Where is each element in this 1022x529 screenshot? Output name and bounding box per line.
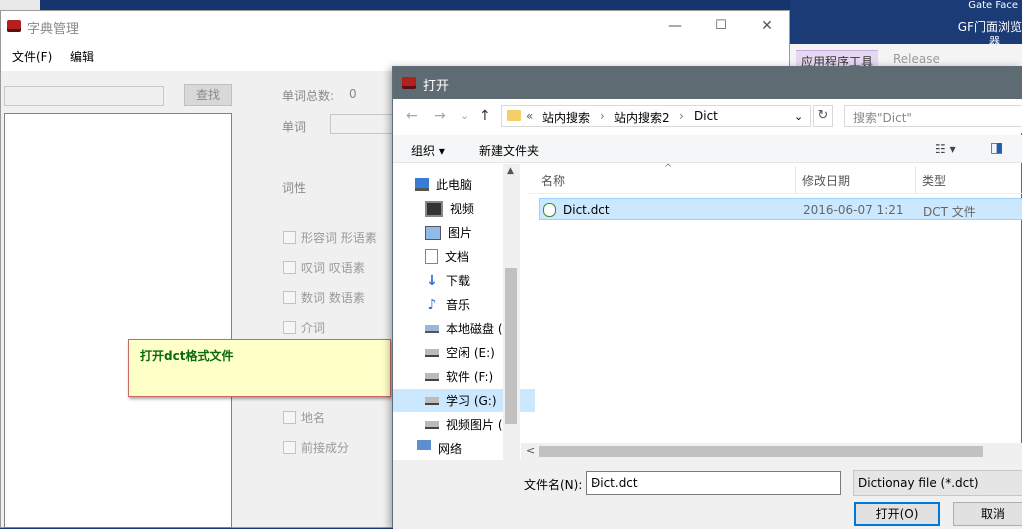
search-input[interactable] (4, 86, 164, 106)
maximize-button[interactable]: ☐ (699, 15, 743, 37)
scroll-left-icon[interactable]: < (526, 444, 535, 457)
documents-folder-icon (425, 249, 438, 264)
dialog-title-bar: 打开 (393, 67, 1022, 99)
scrollbar-thumb[interactable] (505, 268, 517, 424)
dialog-title: 打开 (423, 79, 450, 94)
window-title: 字典管理 (27, 22, 80, 37)
file-list-header: 名称 ^ 修改日期 类型 (529, 163, 1022, 194)
computer-icon (415, 178, 429, 191)
drive-icon (425, 372, 439, 381)
close-button[interactable]: ✕ (745, 15, 789, 37)
chevron-down-icon[interactable]: ⌄ (794, 110, 803, 123)
desktop-icon[interactable] (0, 0, 40, 10)
filetype-value: Dictionay file (*.dct) (858, 476, 979, 490)
recent-locations-icon[interactable]: ⌄ (460, 109, 469, 122)
breadcrumb-overflow[interactable]: « (526, 109, 533, 123)
column-date[interactable]: 修改日期 (802, 172, 850, 189)
refresh-icon[interactable]: ↻ (813, 105, 833, 127)
word-input[interactable] (330, 114, 394, 134)
breadcrumb-item[interactable]: 站内搜索 (542, 109, 590, 126)
file-row[interactable]: Dict.dct 2016-06-07 1:21 DCT 文件 (539, 198, 1022, 220)
word-count-value: 0 (349, 87, 357, 101)
sort-ascending-icon: ^ (664, 163, 673, 174)
menu-edit[interactable]: 编辑 (70, 48, 94, 65)
local-disk-icon (425, 324, 439, 333)
drive-icon (425, 420, 439, 429)
drive-icon (425, 396, 439, 405)
search-placeholder: 搜索"Dict" (853, 111, 912, 125)
filename-label: 文件名(N): (524, 478, 583, 492)
navigation-pane: 此电脑 视频 图片 文档 ↓ 下载 ♪ 音乐 本地磁盘 ( 空闲 (E:) 软件 (… (393, 164, 535, 460)
filetype-select[interactable]: Dictionay file (*.dct) (853, 470, 1022, 496)
menu-file[interactable]: 文件(F) (12, 48, 52, 65)
video-folder-icon (425, 200, 443, 217)
horizontal-scrollbar[interactable]: < (521, 443, 1022, 460)
up-arrow-icon[interactable]: ↑ (479, 108, 491, 124)
scroll-up-icon[interactable]: ▲ (507, 166, 514, 176)
drive-icon (425, 348, 439, 357)
column-type[interactable]: 类型 (922, 172, 946, 189)
new-folder-button[interactable]: 新建文件夹 (479, 142, 539, 159)
chevron-down-icon[interactable]: ⌄ (591, 476, 835, 487)
checkbox-adjective[interactable]: 形容词 形语素 (283, 229, 377, 246)
network-icon (417, 440, 431, 450)
explorer-ribbon: 应用程序工具 Release (790, 44, 1022, 72)
open-button[interactable]: 打开(O) (854, 502, 940, 526)
breadcrumb-sep: › (679, 109, 684, 123)
scrollbar-thumb[interactable] (539, 446, 983, 457)
tab-release[interactable]: Release (893, 52, 940, 66)
back-arrow-icon[interactable]: ← (406, 108, 418, 124)
tooltip-text: 打开dct格式文件 (140, 349, 234, 363)
checkbox-interjection[interactable]: 叹词 叹语素 (283, 259, 365, 276)
filename-input[interactable]: Dict.dct ⌄ (586, 471, 841, 495)
forward-arrow-icon[interactable]: → (434, 108, 446, 124)
minimize-button[interactable]: — (653, 15, 697, 37)
file-date: 2016-06-07 1:21 (803, 203, 904, 217)
word-label: 单词 (282, 120, 307, 134)
book-icon (402, 77, 416, 89)
column-name[interactable]: 名称 (541, 172, 565, 189)
download-icon: ↓ (426, 272, 438, 289)
checkbox-numeral[interactable]: 数词 数语素 (283, 289, 365, 306)
checkbox-preposition[interactable]: 介词 (283, 319, 325, 336)
file-type: DCT 文件 (923, 205, 976, 219)
pos-label: 词性 (282, 181, 307, 195)
search-button[interactable]: 查找 (184, 84, 232, 106)
breadcrumb-item[interactable]: 站内搜索2 (614, 109, 670, 126)
address-bar[interactable]: « 站内搜索 › 站内搜索2 › Dict ⌄ (501, 105, 811, 127)
title-bar: 字典管理 — ☐ ✕ (1, 11, 789, 41)
desktop-area: Gate Face GF门面浏览 器 (790, 0, 1022, 48)
cancel-button[interactable]: 取消 (953, 502, 1022, 526)
open-file-dialog: 打开 ← → ⌄ ↑ « 站内搜索 › 站内搜索2 › Dict ⌄ ↻ 搜索"… (392, 66, 1022, 529)
checkbox-prefix[interactable]: 前接成分 (283, 439, 349, 456)
music-icon: ♪ (427, 296, 437, 313)
file-name: Dict.dct (563, 203, 610, 217)
checkbox-place-name[interactable]: 地名 (283, 409, 325, 426)
search-input[interactable]: 搜索"Dict" (844, 105, 1022, 127)
vertical-scrollbar[interactable]: ▲ (503, 164, 520, 460)
preview-pane-icon[interactable]: ◨ (990, 140, 1003, 156)
organize-button[interactable]: 组织 ▾ (411, 142, 445, 159)
breadcrumb-item[interactable]: Dict (694, 109, 718, 123)
dct-file-icon (543, 203, 556, 217)
pictures-folder-icon (425, 225, 441, 240)
tooltip: 打开dct格式文件 (128, 339, 391, 397)
view-options-icon[interactable]: ☷ ▾ (935, 142, 956, 156)
folder-icon (507, 110, 521, 121)
book-icon (7, 20, 21, 32)
breadcrumb-sep: › (600, 109, 605, 123)
gate-face-label[interactable]: Gate Face (968, 0, 1018, 11)
word-count-label: 单词总数: (282, 89, 335, 103)
command-bar: 组织 ▾ 新建文件夹 ☷ ▾ ◨ (393, 135, 1022, 163)
word-list[interactable] (4, 113, 232, 528)
